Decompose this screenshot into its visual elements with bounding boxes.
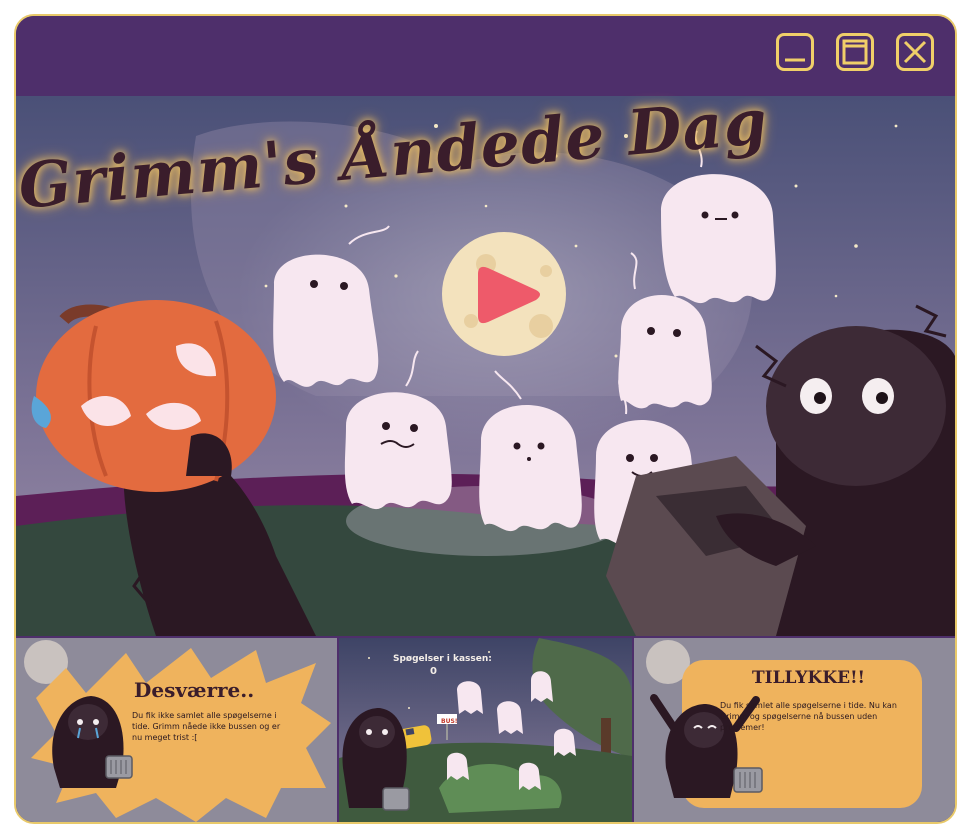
ghost-counter-value: 0 bbox=[430, 666, 437, 677]
player-grimm bbox=[342, 708, 410, 811]
close-icon bbox=[903, 40, 927, 64]
lose-message: Du fik ikke samlet alle spøgelserne i ti… bbox=[132, 711, 281, 742]
lose-screen: Desværre.. Du fik ikke samlet alle spøge… bbox=[16, 638, 337, 822]
maximize-button[interactable] bbox=[836, 33, 874, 71]
ghost-counter-label: Spøgelser i kassen: bbox=[393, 654, 492, 664]
title-screen: Grimm's Åndede Dag bbox=[16, 85, 955, 636]
title-bar bbox=[16, 16, 955, 96]
win-screen: TILLYKKE!! Du fik samlet alle spøgelsern… bbox=[634, 638, 955, 822]
bus-sign: BUS! bbox=[441, 718, 458, 725]
gameplay-screen-art bbox=[339, 638, 632, 822]
win-title: TILLYKKE!! bbox=[752, 668, 865, 688]
maximize-icon bbox=[842, 39, 868, 65]
gameplay-screen: Spøgelser i kassen: 0 BUS! bbox=[339, 638, 632, 822]
win-message: Du fik samlet alle spøgelserne i tide. N… bbox=[720, 701, 897, 732]
close-button[interactable] bbox=[896, 33, 934, 71]
play-button[interactable] bbox=[442, 232, 566, 356]
minimize-icon bbox=[785, 58, 805, 62]
game-window: Grimm's Åndede Dag Desværre.. Du fik ikk… bbox=[14, 14, 957, 824]
lose-title: Desværre.. bbox=[134, 678, 255, 702]
minimize-button[interactable] bbox=[776, 33, 814, 71]
